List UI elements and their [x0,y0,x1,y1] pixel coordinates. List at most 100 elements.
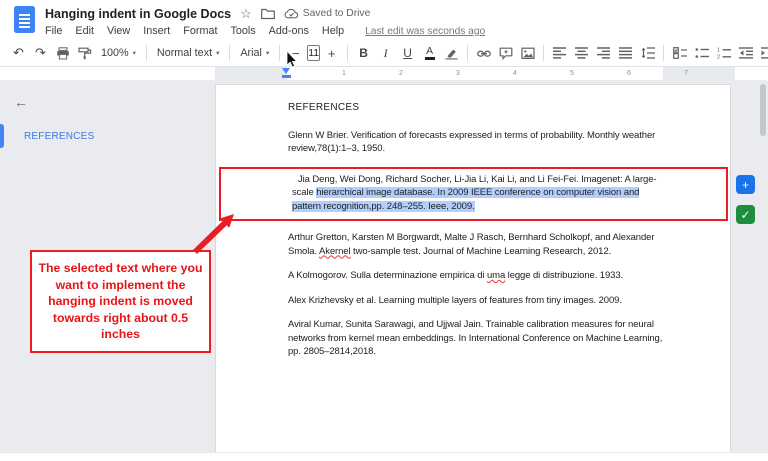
reference-paragraph[interactable]: A Kolmogorov. Sulla determinazione empir… [288,269,664,283]
align-justify-button[interactable] [615,43,636,64]
outline-item-references[interactable]: REFERENCES [0,124,205,148]
styles-select[interactable]: Normal text ▾ [152,43,224,64]
indent-decrease-button[interactable] [735,43,756,64]
redo-button[interactable]: ↷ [30,43,51,64]
left-indent-marker[interactable] [282,75,291,78]
document-title[interactable]: Hanging indent in Google Docs [45,7,231,21]
paint-format-button[interactable] [74,43,95,64]
menu-view[interactable]: View [107,25,130,37]
highlighter-icon [445,49,458,60]
menu-edit[interactable]: Edit [75,25,94,37]
font-value: Arial [240,47,262,59]
font-select[interactable]: Arial ▾ [235,43,274,64]
print-button[interactable] [52,43,73,64]
link-icon [476,50,491,57]
zoom-select[interactable]: 100% ▾ [96,43,141,64]
cloud-check-icon [284,8,299,19]
menu-tools[interactable]: Tools [230,25,255,37]
line-spacing-button[interactable] [637,43,658,64]
mouse-cursor [287,51,298,68]
document-page[interactable]: REFERENCES Glenn W Brier. Verification o… [215,84,731,452]
line-spacing-icon [641,47,655,59]
italic-button[interactable]: I [375,43,396,64]
highlight-color-button[interactable] [441,43,462,64]
text-color-button[interactable]: A [419,43,440,64]
content-area: ← REFERENCES REFERENCES Glenn W Brier. V… [0,80,768,452]
ruler-number: 4 [513,69,517,77]
font-size-increase-button[interactable]: + [321,43,342,64]
align-left-icon [553,47,567,59]
back-arrow-icon[interactable]: ← [14,94,28,110]
toolbar-divider [229,45,231,61]
last-edit-link[interactable]: Last edit was seconds ago [365,26,485,37]
ruler-number: 3 [456,69,460,77]
indent-increase-button[interactable] [757,43,768,64]
menu-file[interactable]: File [45,25,62,37]
vertical-scrollbar[interactable] [760,84,766,136]
toolbar-divider [543,45,545,61]
doc-heading[interactable]: REFERENCES [288,101,664,115]
google-docs-window: Hanging indent in Google Docs ☆ Saved to… [0,0,768,461]
image-icon [521,47,535,59]
undo-button[interactable]: ↶ [8,43,29,64]
reference-paragraph[interactable]: Arthur Gretton, Karsten M Borgwardt, Mal… [288,231,664,258]
indented-paragraph[interactable]: Jia Deng, Wei Dong, Richard Socher, Li-J… [292,173,665,214]
star-icon[interactable]: ☆ [240,7,252,20]
font-size-input[interactable]: 11 [307,45,321,61]
align-right-button[interactable] [593,43,614,64]
menu-insert[interactable]: Insert [143,25,170,37]
paragraph-text[interactable]: legge di distribuzione. 1933. [505,270,624,281]
numbered-list-icon: 12 [717,48,731,59]
saved-status-label: Saved to Drive [302,8,371,19]
selected-text[interactable]: hierarchical image database. In 2009 IEE… [292,187,639,212]
text-color-icon: A [424,46,435,61]
checklist-button[interactable] [669,43,690,64]
menu-addons[interactable]: Add-ons [269,25,309,37]
paragraph-text[interactable]: A Kolmogorov. Sulla determinazione empir… [288,270,487,281]
ruler-number: 6 [627,69,631,77]
side-panel-calendar-icon[interactable]: + [736,175,755,194]
underline-button[interactable]: U [397,43,418,64]
ruler-number: 1 [342,69,346,77]
svg-text:1: 1 [717,48,720,54]
misspelled-word[interactable]: uma [487,270,505,281]
side-panel-tasks-icon[interactable]: ✓ [736,205,755,224]
align-right-icon [597,47,611,59]
reference-paragraph[interactable]: Aviral Kumar, Sunita Sarawagi, and Ujjwa… [288,318,664,359]
numbered-list-button[interactable]: 12 [713,43,734,64]
ruler-left-margin [215,67,287,80]
align-left-button[interactable] [549,43,570,64]
align-center-button[interactable] [571,43,592,64]
move-folder-icon[interactable] [260,8,275,20]
styles-value: Normal text [156,47,213,59]
chevron-down-icon: ▾ [265,50,270,57]
menu-format[interactable]: Format [183,25,217,37]
reference-paragraph[interactable]: Glenn W Brier. Verification of forecasts… [288,129,664,156]
paint-roller-icon [77,47,91,59]
misspelled-word[interactable]: Akernel [319,246,351,257]
bulleted-list-button[interactable] [691,43,712,64]
ruler[interactable]: 1 2 3 4 5 6 7 [0,67,768,80]
ruler-right-margin [663,67,735,80]
outline-item-label: REFERENCES [24,130,95,142]
bulleted-list-icon [695,48,709,58]
ruler-number: 2 [399,69,403,77]
print-icon [56,46,69,59]
paragraph-text[interactable]: two-sample test. Journal of Machine Lear… [351,246,611,257]
menu-help[interactable]: Help [322,25,344,37]
docs-logo-icon[interactable] [14,6,35,33]
toolbar-divider [467,45,469,61]
reference-paragraph[interactable]: Alex Krizhevsky et al. Learning multiple… [288,294,664,308]
bold-button[interactable]: B [353,43,374,64]
zoom-value: 100% [101,47,129,59]
saved-status[interactable]: Saved to Drive [284,8,371,19]
toolbar-divider [145,45,147,61]
toolbar-divider [663,45,665,61]
add-comment-button[interactable] [495,43,516,64]
insert-link-button[interactable] [473,43,494,64]
header-main: Hanging indent in Google Docs ☆ Saved to… [45,5,768,38]
align-justify-icon [619,47,633,59]
toolbar-divider [279,45,281,61]
insert-image-button[interactable] [517,43,538,64]
svg-text:2: 2 [717,55,720,59]
